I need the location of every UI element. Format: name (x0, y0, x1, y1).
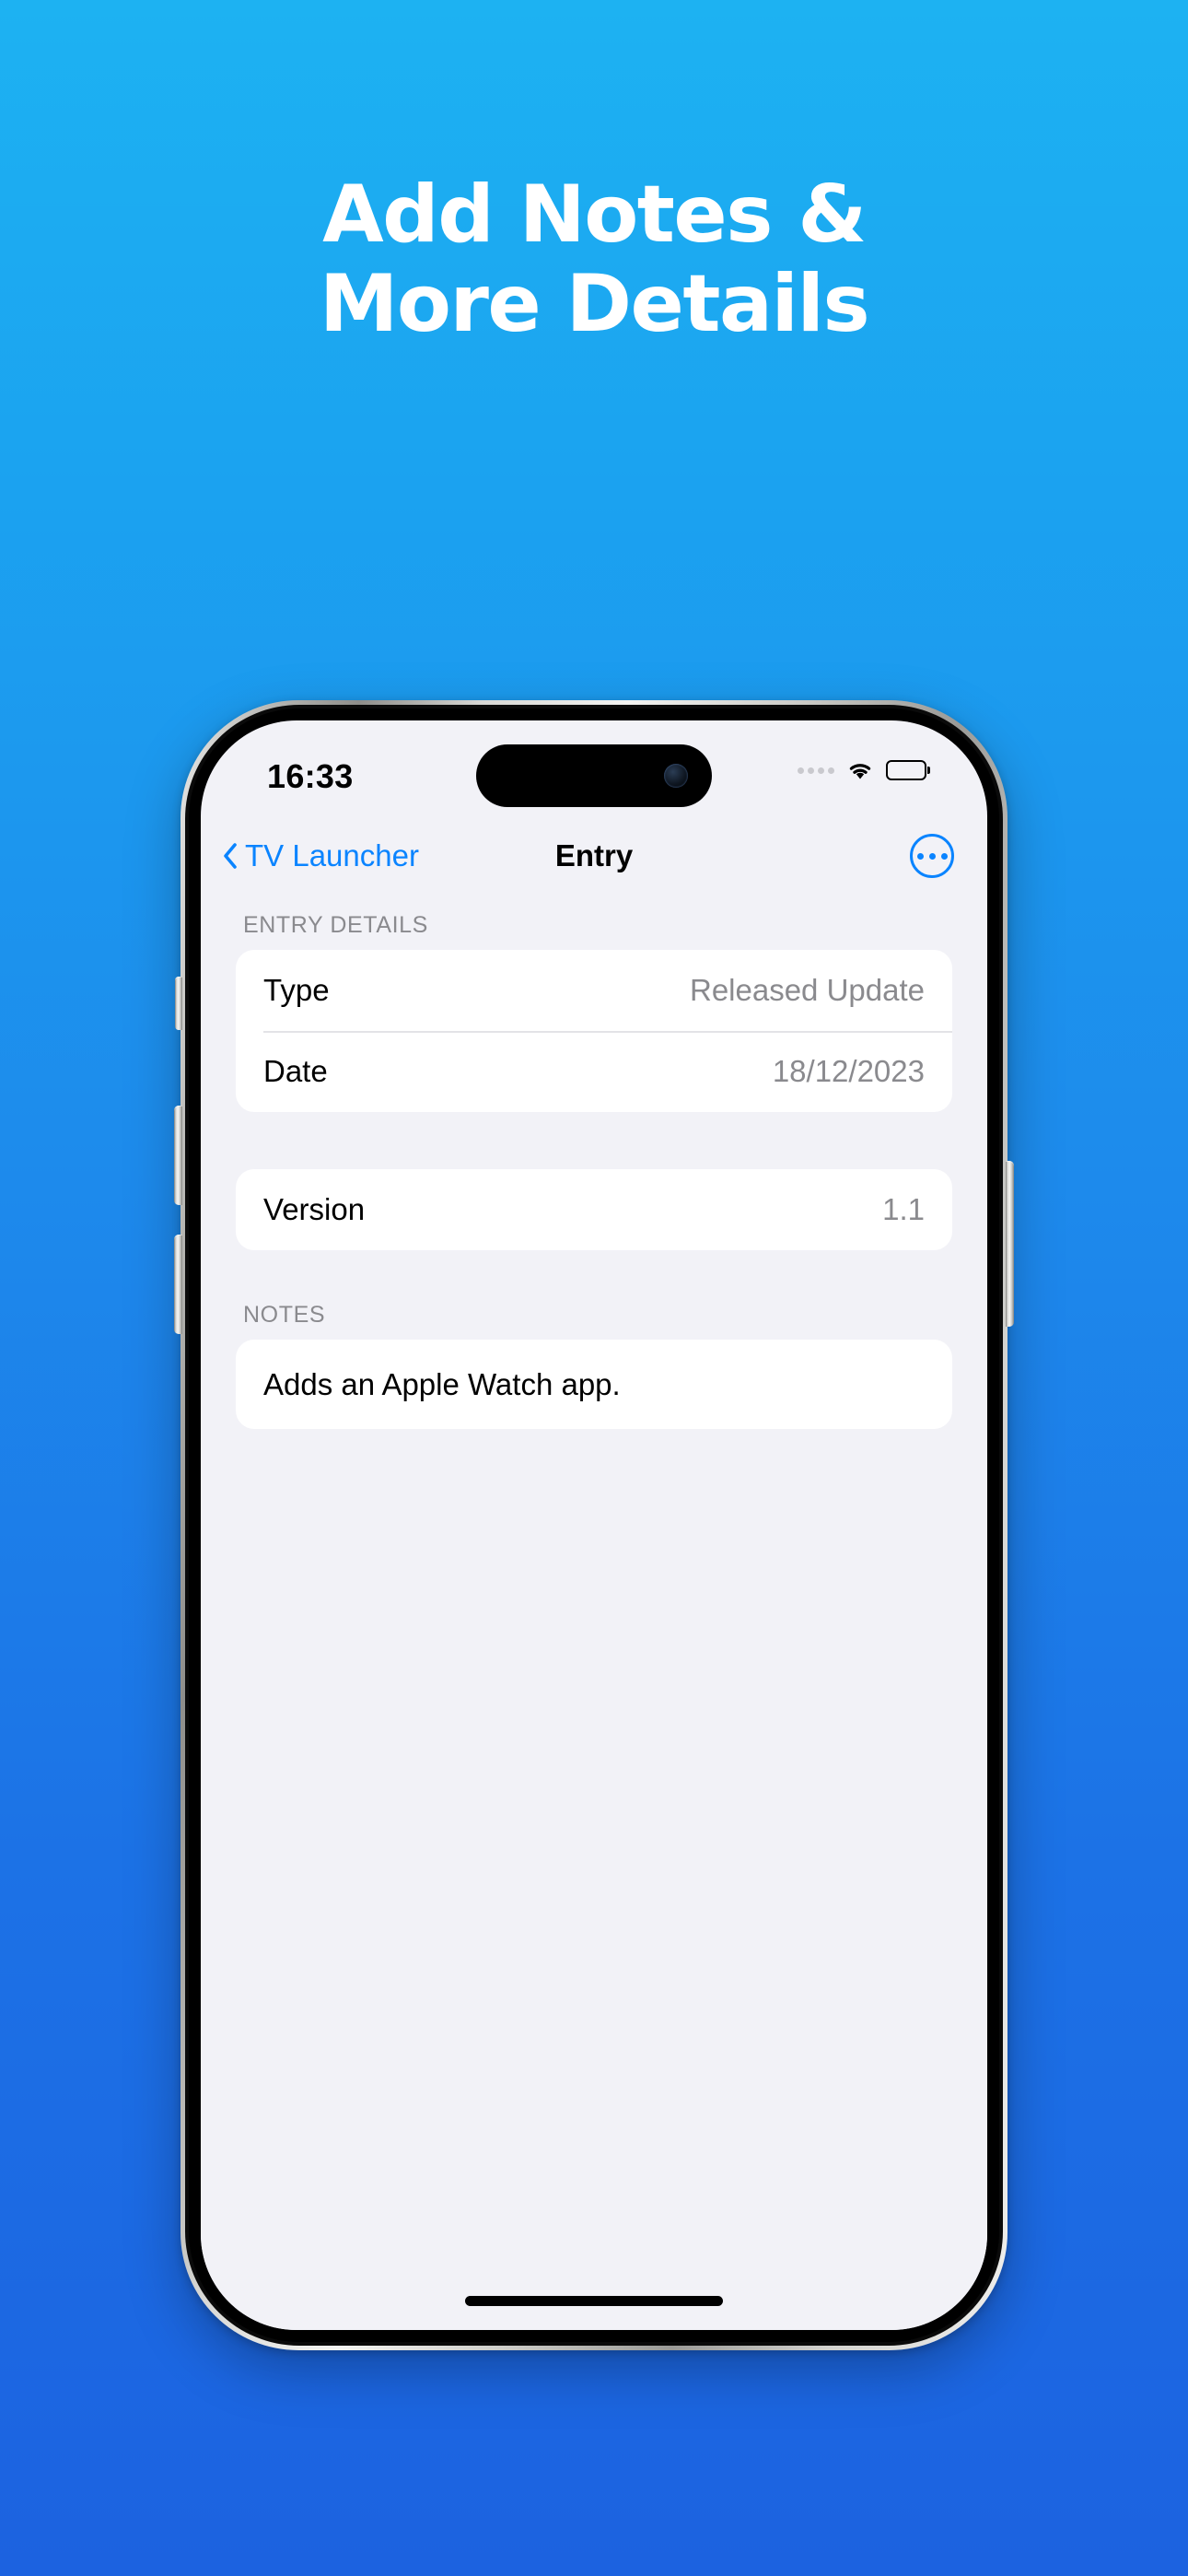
entry-details-section-header: ENTRY DETAILS (243, 912, 428, 938)
volume-down-button[interactable] (174, 1235, 182, 1334)
status-bar-indicators (798, 759, 926, 781)
headline-line-2: More Details (319, 258, 870, 351)
ellipsis-circle-icon[interactable] (910, 834, 954, 878)
row-value-type: Released Update (689, 973, 925, 1007)
status-bar: 16:33 (201, 720, 987, 820)
row-label-date: Date (263, 1054, 328, 1088)
power-button[interactable] (1006, 1161, 1014, 1327)
iphone-mockup: 16:33 TV Launcher Entry ENTRY DETAILS Ty… (174, 700, 1014, 2350)
back-button-label: TV Launcher (245, 838, 419, 872)
dynamic-island (476, 744, 712, 807)
version-card: Version 1.1 (236, 1169, 952, 1250)
notes-section-header: NOTES (243, 1302, 326, 1328)
battery-full-icon (886, 760, 926, 780)
row-value-version: 1.1 (882, 1192, 925, 1226)
back-button[interactable]: TV Launcher (223, 838, 419, 873)
status-bar-time: 16:33 (267, 757, 354, 795)
phone-screen: 16:33 TV Launcher Entry ENTRY DETAILS Ty… (201, 720, 987, 2330)
headline-line-1: Add Notes & (322, 169, 867, 261)
table-row[interactable]: Version 1.1 (236, 1169, 952, 1250)
row-label-type: Type (263, 973, 330, 1007)
front-camera-icon (664, 764, 688, 788)
entry-details-card: Type Released Update Date 18/12/2023 (236, 950, 952, 1112)
table-row[interactable]: Date 18/12/2023 (236, 1031, 952, 1112)
volume-up-button[interactable] (174, 1106, 182, 1205)
navigation-bar: TV Launcher Entry (201, 820, 987, 892)
cellular-dots-icon (798, 767, 834, 774)
row-value-date: 18/12/2023 (772, 1054, 925, 1088)
notes-card[interactable]: Adds an Apple Watch app. (236, 1340, 952, 1430)
chevron-left-icon (223, 843, 238, 869)
page-title: Entry (554, 838, 634, 872)
home-indicator[interactable] (465, 2296, 723, 2306)
wifi-icon (845, 759, 875, 781)
promo-headline: Add Notes & More Details (0, 170, 1188, 349)
row-label-version: Version (263, 1192, 366, 1226)
mute-switch-button[interactable] (175, 977, 182, 1030)
entry-detail-content: ENTRY DETAILS Type Released Update Date … (201, 892, 987, 2330)
notes-text: Adds an Apple Watch app. (263, 1367, 621, 1401)
table-row[interactable]: Type Released Update (236, 950, 952, 1031)
